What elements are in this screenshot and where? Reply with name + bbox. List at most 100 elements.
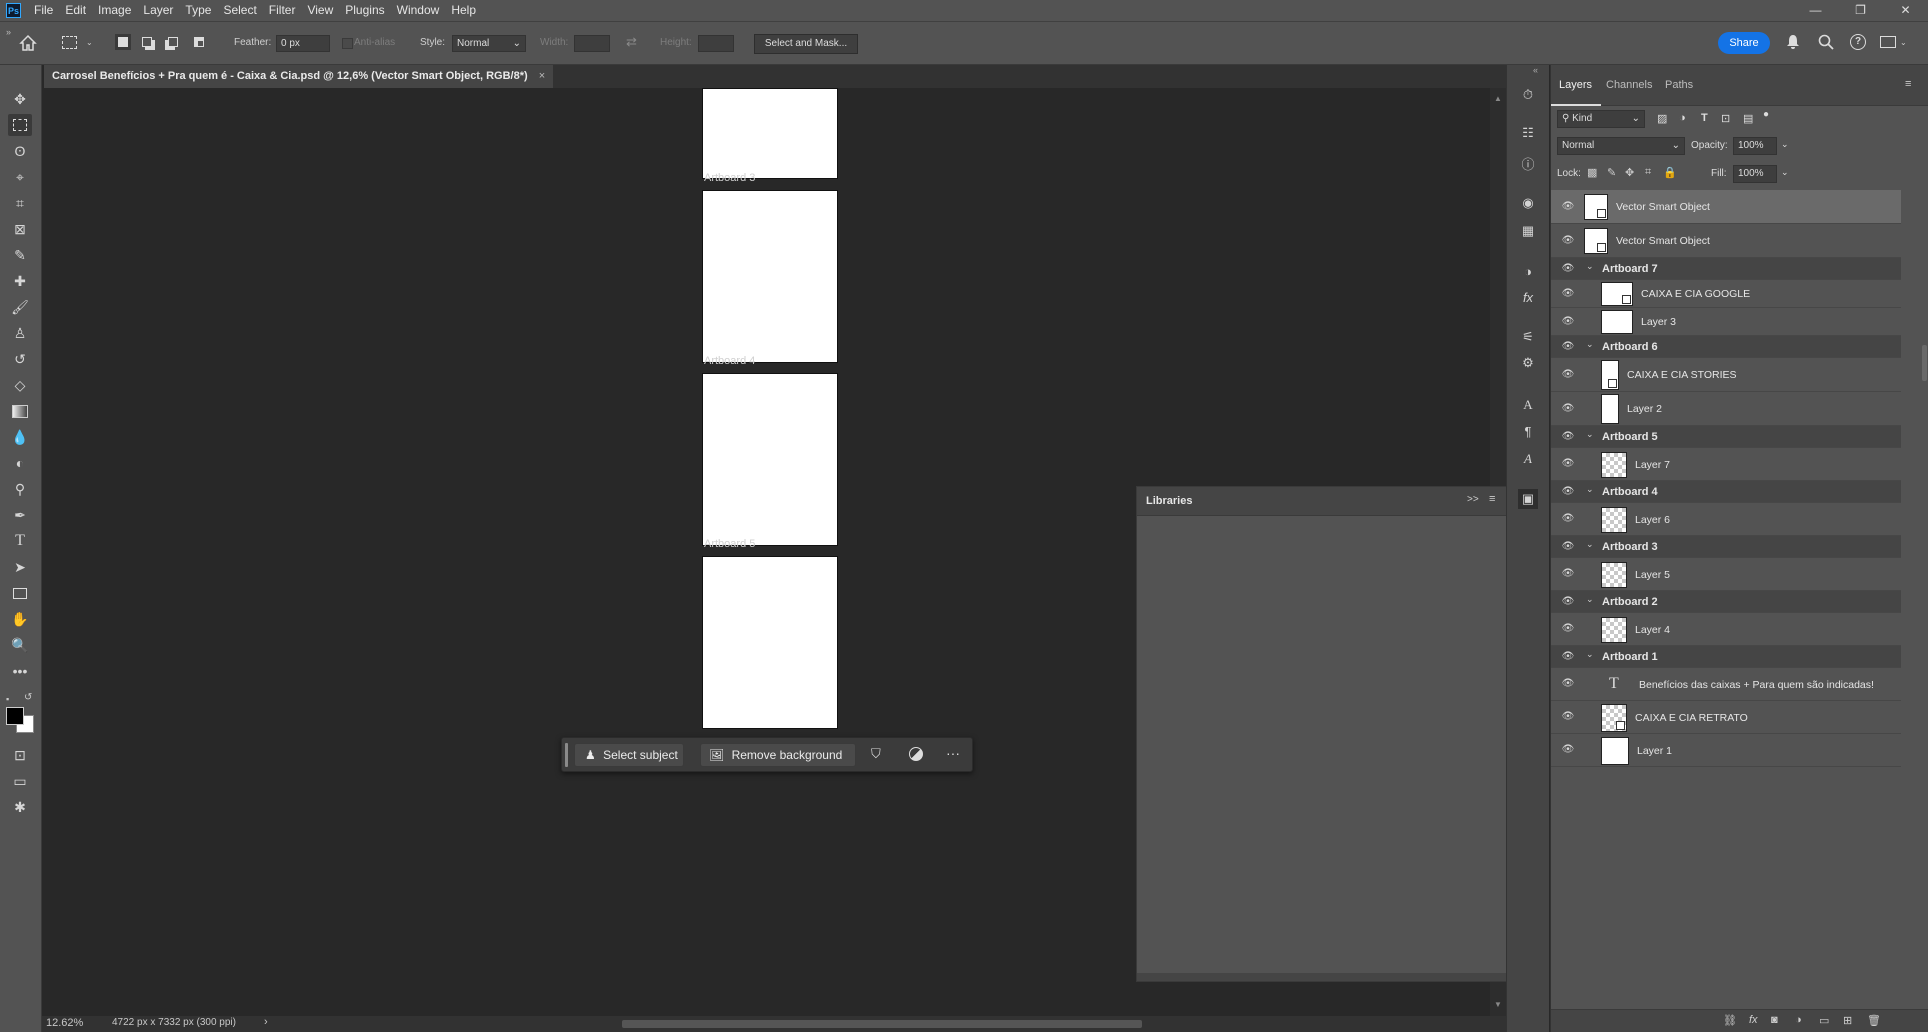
layer-row[interactable]: 👁 Layer 1 <box>1551 734 1901 767</box>
foreground-color-swatch[interactable] <box>6 707 24 725</box>
visibility-eye-icon[interactable]: 👁 <box>1561 711 1575 722</box>
transform-icon[interactable]: ⛉ <box>871 746 881 762</box>
zoom-tool-icon[interactable]: 🔍 <box>8 634 32 656</box>
history-brush-tool-icon[interactable]: ↺ <box>8 348 32 370</box>
layer-group-row[interactable]: 👁 ⌄ Artboard 5 <box>1551 426 1901 448</box>
visibility-eye-icon[interactable]: 👁 <box>1561 369 1575 380</box>
glyphs-icon[interactable]: A <box>1518 449 1538 469</box>
menu-layer[interactable]: Layer <box>137 0 179 21</box>
intersect-selection-icon[interactable] <box>194 37 204 47</box>
layers-scrollbar-thumb[interactable] <box>1922 345 1927 381</box>
lock-artboard-icon[interactable]: ⌗ <box>1645 166 1651 179</box>
layer-group-row[interactable]: 👁 ⌄ Artboard 7 <box>1551 258 1901 280</box>
visibility-eye-icon[interactable]: 👁 <box>1561 235 1575 246</box>
opacity-input[interactable]: 100% <box>1733 137 1777 155</box>
lock-pixels-icon[interactable]: ✎ <box>1607 166 1616 179</box>
opacity-chevron-icon[interactable]: ⌄ <box>1781 139 1789 150</box>
new-layer-icon[interactable]: ⊞ <box>1843 1014 1852 1027</box>
new-adjustment-icon[interactable]: ◑ <box>1795 1014 1802 1026</box>
dodge-tool-icon[interactable]: ◐ <box>8 452 32 474</box>
rectangle-tool-icon[interactable] <box>8 582 32 604</box>
eraser-tool-icon[interactable]: ◇ <box>8 374 32 396</box>
blend-mode-select[interactable]: Normal ⌄ <box>1557 137 1685 155</box>
swap-icon[interactable]: ⇄ <box>626 34 637 50</box>
layer-row[interactable]: 👁 Layer 5 <box>1551 558 1901 591</box>
group-expand-chevron-icon[interactable]: ⌄ <box>1586 429 1594 440</box>
history-icon[interactable]: ⏱ <box>1518 85 1538 105</box>
link-layers-icon[interactable]: ⛓ <box>1723 1014 1737 1027</box>
layer-row[interactable]: 👁 T Benefícios das caixas + Para quem são … <box>1551 668 1901 701</box>
visibility-eye-icon[interactable]: 👁 <box>1561 403 1575 414</box>
more-options-icon[interactable]: ··· <box>946 745 960 761</box>
visibility-eye-icon[interactable]: 👁 <box>1561 623 1575 634</box>
fill-input[interactable]: 100% <box>1733 165 1777 183</box>
color-icon[interactable]: ◉ <box>1518 193 1538 213</box>
height-input[interactable] <box>698 35 734 52</box>
delete-layer-icon[interactable]: 🗑 <box>1867 1014 1881 1027</box>
group-expand-chevron-icon[interactable]: ⌄ <box>1586 649 1594 660</box>
add-style-icon[interactable]: fx <box>1749 1014 1758 1026</box>
visibility-eye-icon[interactable]: 👁 <box>1561 341 1575 352</box>
eyedropper-tool-icon[interactable]: ✎ <box>8 244 32 266</box>
layer-row[interactable]: 👁 CAIXA E CIA GOOGLE <box>1551 280 1901 308</box>
menu-help[interactable]: Help <box>445 0 482 21</box>
clone-stamp-tool-icon[interactable]: ♙ <box>8 322 32 344</box>
generative-icon[interactable]: ✱ <box>8 796 32 818</box>
help-icon[interactable]: ? <box>1850 34 1866 50</box>
artboard-canvas[interactable] <box>702 190 838 363</box>
layer-group-row[interactable]: 👁 ⌄ Artboard 6 <box>1551 336 1901 358</box>
menu-window[interactable]: Window <box>391 0 446 21</box>
menu-edit[interactable]: Edit <box>59 0 92 21</box>
home-icon[interactable] <box>18 33 38 53</box>
pen-tool-icon[interactable]: ✒ <box>8 504 32 526</box>
rectangular-marquee-tool-icon[interactable] <box>8 114 32 136</box>
tab-channels[interactable]: Channels <box>1606 79 1652 91</box>
lasso-tool-icon[interactable]: ʘ <box>8 140 32 162</box>
bell-icon[interactable] <box>1786 34 1800 50</box>
document-tab[interactable]: Carrosel Benefícios + Pra quem é - Caixa… <box>44 65 554 88</box>
zoom-level[interactable]: 12.62% <box>46 1017 83 1029</box>
blur-tool-icon[interactable]: 💧 <box>8 426 32 448</box>
paragraph-icon[interactable]: ¶ <box>1518 421 1538 441</box>
group-expand-chevron-icon[interactable]: ⌄ <box>1586 594 1594 605</box>
tab-layers[interactable]: Layers <box>1559 79 1592 91</box>
crop-tool-icon[interactable]: ⌗ <box>8 192 32 214</box>
more-tools-icon[interactable]: ••• <box>8 660 32 682</box>
zoom-dodge-icon[interactable]: ⚲ <box>8 478 32 500</box>
close-tab-icon[interactable]: × <box>539 70 545 82</box>
new-selection-icon[interactable] <box>115 34 131 50</box>
brush-settings-icon[interactable]: ⚙ <box>1518 353 1538 373</box>
minimize-button[interactable]: — <box>1793 0 1838 21</box>
visibility-eye-icon[interactable]: 👁 <box>1561 316 1575 327</box>
artboard-canvas[interactable] <box>702 556 838 729</box>
styles-icon[interactable]: fx <box>1518 287 1538 307</box>
libraries-icon[interactable]: ▣ <box>1518 489 1538 509</box>
add-mask-icon[interactable]: ◙ <box>1771 1014 1778 1026</box>
menu-type[interactable]: Type <box>179 0 217 21</box>
visibility-eye-icon[interactable]: 👁 <box>1561 431 1575 442</box>
menu-select[interactable]: Select <box>217 0 262 21</box>
visibility-eye-icon[interactable]: 👁 <box>1561 678 1575 689</box>
antialias-checkbox[interactable] <box>342 38 353 49</box>
chevron-down-icon[interactable]: ⌄ <box>86 38 93 47</box>
lock-position-icon[interactable]: ✥ <box>1625 166 1634 179</box>
libraries-resize-handle[interactable] <box>1137 973 1507 981</box>
layer-group-row[interactable]: 👁 ⌄ Artboard 3 <box>1551 536 1901 558</box>
filter-smartobject-icon[interactable]: ▤ <box>1743 112 1753 125</box>
adjustment-icon[interactable] <box>909 747 923 761</box>
menu-plugins[interactable]: Plugins <box>339 0 390 21</box>
remove-background-button[interactable]: 🖼 Remove background <box>700 743 856 767</box>
visibility-eye-icon[interactable]: 👁 <box>1561 513 1575 524</box>
visibility-eye-icon[interactable]: 👁 <box>1561 458 1575 469</box>
group-expand-chevron-icon[interactable]: ⌄ <box>1586 261 1594 272</box>
status-menu-arrow-icon[interactable]: › <box>264 1016 268 1028</box>
brush-tool-icon[interactable]: 🖌 <box>8 296 32 318</box>
layer-row[interactable]: 👁 Layer 7 <box>1551 448 1901 481</box>
subtract-selection-icon[interactable] <box>168 37 178 47</box>
default-colors-icon[interactable]: ▪ <box>6 694 9 704</box>
filter-toggle-icon[interactable]: ● <box>1763 109 1769 120</box>
workspace-chevron-icon[interactable]: ⌄ <box>1900 38 1907 47</box>
path-selection-tool-icon[interactable]: ➤ <box>8 556 32 578</box>
menu-view[interactable]: View <box>301 0 339 21</box>
artboard-canvas[interactable] <box>702 373 838 546</box>
